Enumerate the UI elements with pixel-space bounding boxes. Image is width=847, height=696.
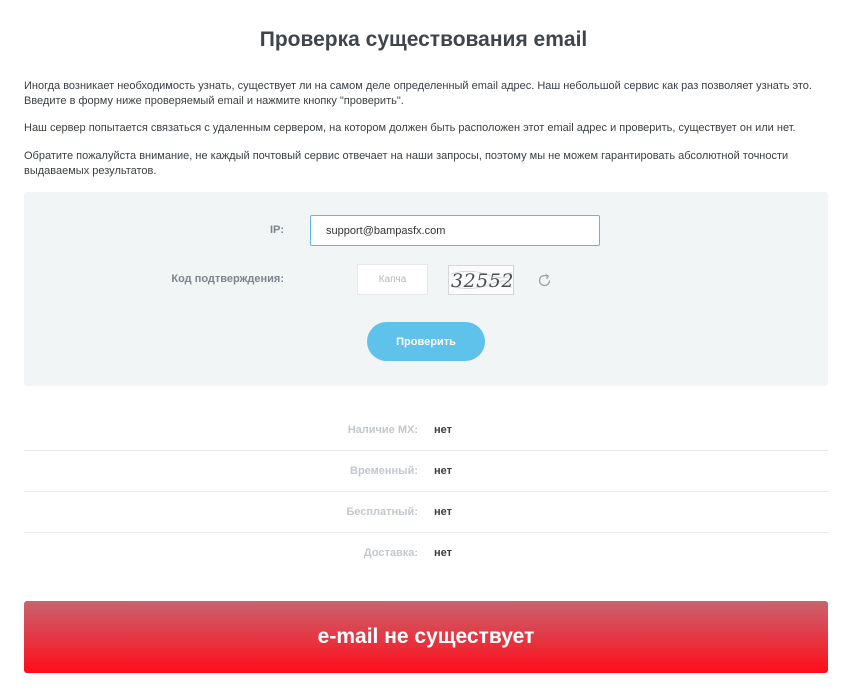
results-table: Наличие MX: нет Временный: нет Бесплатны… <box>24 410 828 573</box>
email-input[interactable] <box>310 215 600 246</box>
result-label: Бесплатный: <box>346 506 418 518</box>
result-label: Наличие MX: <box>347 424 418 436</box>
result-row-temporary: Временный: нет <box>24 451 828 492</box>
intro-paragraph-1: Иногда возникает необходимость узнать, с… <box>24 80 812 107</box>
result-row-free: Бесплатный: нет <box>24 492 828 533</box>
captcha-image: 32552 <box>448 265 514 295</box>
result-label: Доставка: <box>363 547 418 559</box>
captcha-label: Код подтверждения: <box>171 273 284 285</box>
result-row-delivery: Доставка: нет <box>24 533 828 573</box>
ip-label: IP: <box>269 224 284 236</box>
result-value: нет <box>434 547 453 559</box>
result-label: Временный: <box>350 465 418 477</box>
verdict-banner: e-mail не существует <box>24 601 828 673</box>
result-value: нет <box>434 424 453 436</box>
check-form: IP: Код подтверждения: 32552 Проверить <box>24 192 828 386</box>
refresh-icon[interactable] <box>536 272 553 289</box>
intro-paragraph-2: Наш сервер попытается связаться с удален… <box>24 122 796 134</box>
captcha-text: 32552 <box>451 270 513 292</box>
page-title: Проверка существования email <box>259 28 588 51</box>
result-value: нет <box>434 506 453 518</box>
check-button[interactable]: Проверить <box>367 322 485 361</box>
result-value: нет <box>434 465 453 477</box>
intro-paragraph-3: Обратите пожалуйста внимание, не каждый … <box>24 150 789 177</box>
verdict-text: e-mail не существует <box>317 625 535 648</box>
result-row-mx: Наличие MX: нет <box>24 410 828 451</box>
captcha-input[interactable] <box>357 264 428 295</box>
